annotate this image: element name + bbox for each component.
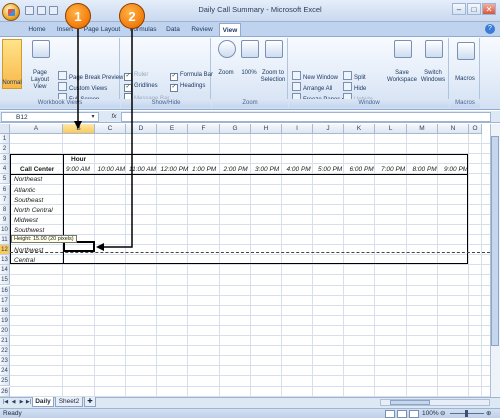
- next-sheet-icon[interactable]: ▶: [18, 398, 25, 406]
- callout-2-arrowhead: [96, 243, 104, 251]
- prev-sheet-icon[interactable]: ◀: [10, 398, 17, 406]
- first-sheet-icon[interactable]: |◀: [2, 398, 9, 406]
- vertical-scroll-thumb[interactable]: [491, 136, 499, 346]
- horizontal-scroll-thumb[interactable]: [390, 400, 430, 405]
- page-break-status-icon[interactable]: [409, 410, 419, 418]
- zoom-slider-thumb[interactable]: [465, 410, 468, 417]
- sheet-tab-daily[interactable]: Daily: [32, 397, 54, 407]
- page-layout-status-icon[interactable]: [397, 410, 407, 418]
- normal-view-status-icon[interactable]: [385, 410, 395, 418]
- callout-1-badge: 1: [65, 3, 91, 29]
- sheet-tab-sheet2[interactable]: Sheet2: [55, 397, 83, 407]
- callout-arrows: [74, 28, 133, 251]
- callout-1-arrowhead: [74, 121, 82, 129]
- status-bar: Ready 100% ⊖ ⊕: [0, 408, 500, 418]
- callout-2-badge: 2: [119, 3, 145, 29]
- insert-sheet-icon[interactable]: ✚: [84, 397, 96, 407]
- last-sheet-icon[interactable]: ▶|: [25, 398, 32, 406]
- callout-2-line: [99, 28, 133, 248]
